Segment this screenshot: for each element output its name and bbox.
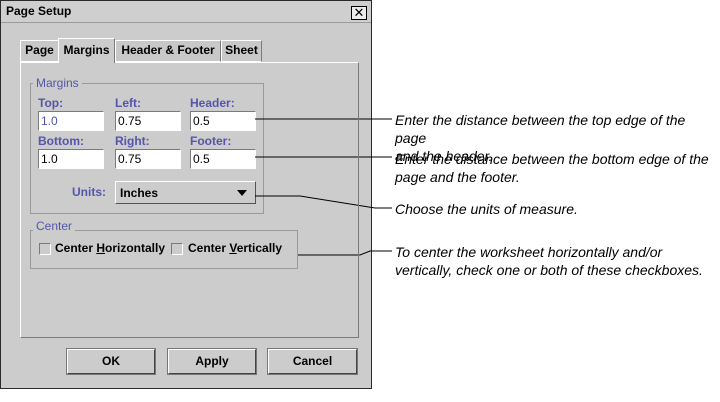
tab-margins[interactable]: Margins bbox=[58, 38, 115, 63]
units-annotation: Choose the units of measure. bbox=[395, 201, 578, 217]
footer-annotation: Enter the distance between the bottom ed… bbox=[395, 151, 709, 185]
margins-panel bbox=[20, 62, 359, 338]
center-annotation: To center the worksheet horizontally and… bbox=[395, 244, 703, 278]
